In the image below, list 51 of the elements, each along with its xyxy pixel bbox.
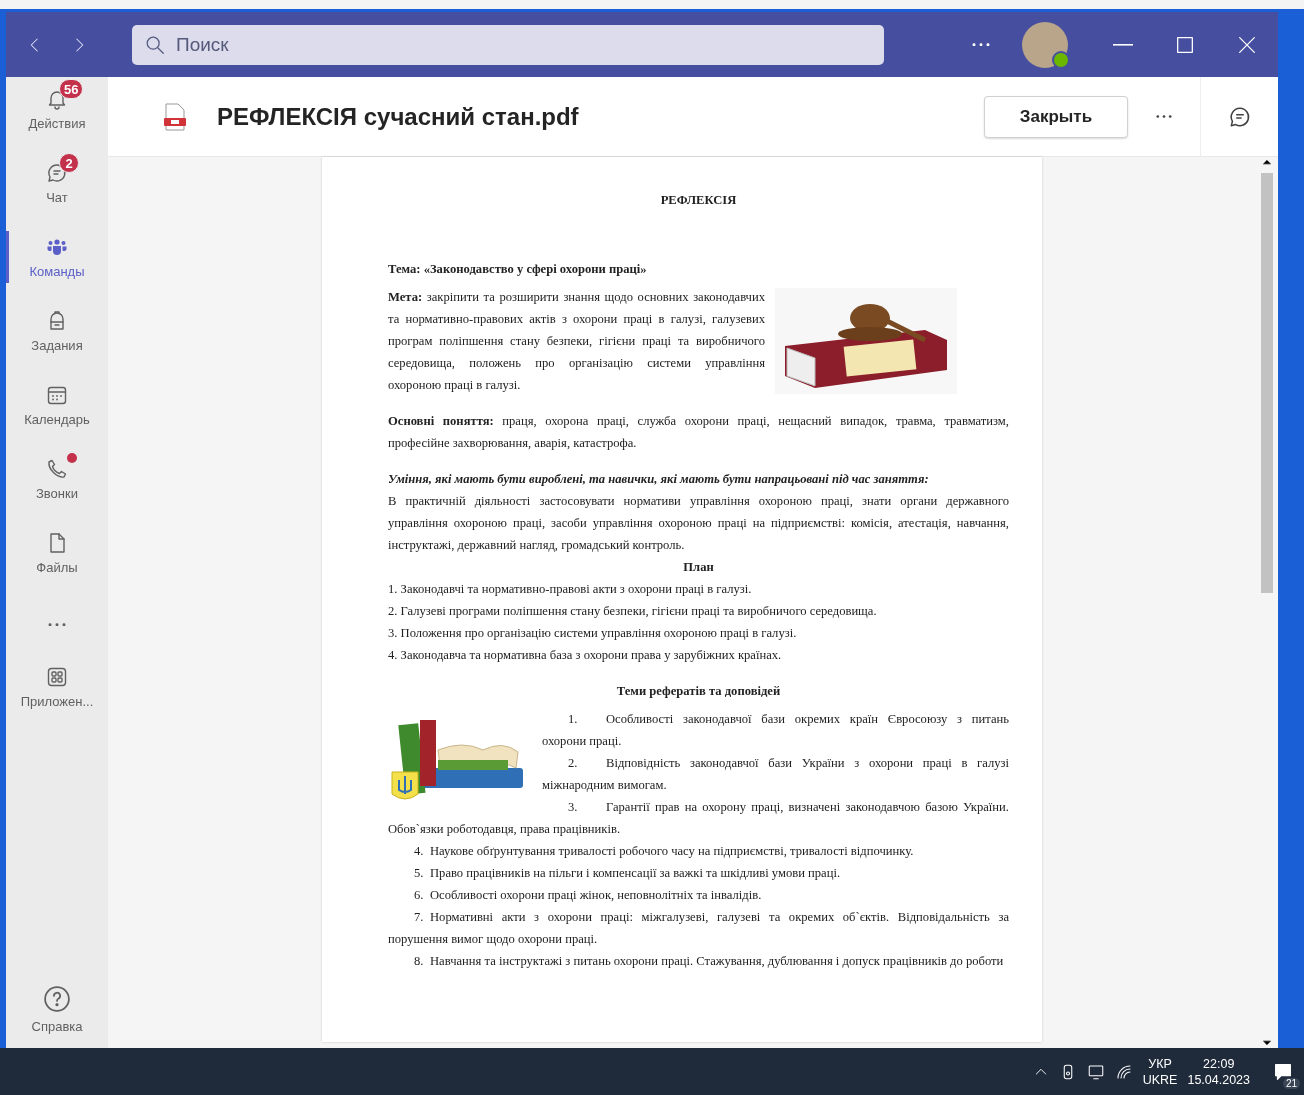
sidebar-item[interactable]: Приложен... [6,655,108,729]
more-icon [1156,115,1172,118]
more-icon [972,42,990,47]
more-icon [48,622,66,627]
sidebar-item[interactable]: Звонки [6,447,108,521]
topic-item: 5. Право працівників на пільги і компенсації за важкі та шкідливі умови праці. [413,865,842,882]
topic-item: 1. Особливості законодавчої бази окремих країн Євросоюзу з питань охорони праці. [541,711,1009,750]
avatar[interactable] [1022,21,1068,68]
skills-paragraph: В практичній діяльності застосовувати нормативи управління охороною праці, знати органи державного управління охороною праці, засоби управління охороною праці на підприємстві: комісія, атестація, навчання, інструктажі, державний нагляд, громадський контроль. [388,493,1009,554]
help-icon [42,984,72,1014]
topic-item: 8. Навчання та інструктажі з питань охорони праці. Стажування, дублювання і допуск працівників до роботи [413,953,1005,970]
language-indicator[interactable]: УКР [1148,1055,1172,1072]
topic-item: 3. Гарантії прав на охорону праці, визначені законодавчою базою України. Обов`язки роботодавця, права працівників. [388,799,1009,838]
plan-item: 4. Законодавча та нормативна база з охорони права у зарубіжних країнах. [388,647,783,664]
topic-item: 7. Нормативні акти з охорони праці: міжгалузеві, галузеві та окремих об`єктів. Відповідальність за порушення вимог щодо охорони праці. [388,909,1009,948]
topic-item: 2. Відповідність законодавчої бази України з охорони праці в галузі міжнародним вимогам. [541,755,1009,794]
sidebar-item[interactable]: 56 Действия [6,77,108,151]
search-field[interactable]: Поиск [132,24,884,65]
monitor-icon [1086,1062,1105,1081]
pdf-file-icon [163,102,187,131]
goal-paragraph: Мета: закріпити та розширити знання щодо основних законодавчих та нормативно-правових актів з охорони праці в галузі, галузевих програм поліпшення стану безпеки, гігієни праці та виробничого середовища, положень про організацію системи управління охороною праці в галузі. [388,289,765,394]
plan-item: 2. Галузеві програми поліпшення стану безпеки, гігієни праці та виробничого середовища. [388,603,878,620]
sidebar-item[interactable]: Файлы [6,521,108,595]
sidebar-item[interactable]: Календарь [6,373,108,447]
minimize-icon [1113,43,1133,46]
skills-heading: Уміння, які мають бути вироблені, та навички, які мають бути напрацьовані під час заняття: [388,471,930,488]
topic-text: Тема: «Законодавство у сфері охорони праці» [388,261,648,278]
help-button[interactable]: Справка [6,974,108,1048]
keyboard-layout[interactable]: UKRE [1142,1071,1178,1088]
file-title: РЕФЛЕКСІЯ сучасний стан.pdf [217,102,580,131]
close-file-button[interactable]: Закрыть [984,95,1128,138]
count-badge: 2 [59,153,79,173]
scrollbar-thumb[interactable] [1261,173,1273,593]
topic-item: 4. Наукове обґрунтування тривалості робочого часу на підприємстві, тривалості відпочинку. [413,843,915,860]
sidebar-item[interactable]: 2 Чат [6,151,108,225]
sidebar-item[interactable]: Задания [6,299,108,373]
clock-date: 15.04.2023 [1187,1071,1250,1088]
notification-count: 21 [1282,1077,1300,1089]
concepts-paragraph: Основні поняття: праця, охорона праці, служба охорони праці, нещасний випадок, травма, травматизм, професійне захворювання, аварія, катастрофа. [388,413,1009,452]
document-heading: РЕФЛЕКСІЯ [659,192,738,209]
clock-time: 22:09 [1203,1055,1235,1072]
topics-heading: Теми рефератів та доповідей [615,683,782,700]
plan-item: 1. Законодавчі та нормативно-правові акти з охорони праці в галузі. [388,581,753,598]
plan-item: 3. Положення про організацію системи управління охороною праці в галузі. [388,625,798,642]
topic-item: 6. Особливості охорони праці жінок, неповнолітніх та інвалідів. [413,887,763,904]
plan-heading: План [682,559,715,576]
phone-icon [45,457,69,481]
count-badge: 56 [59,79,84,99]
apps-icon [45,665,69,689]
sidebar-item[interactable]: Команды [6,225,108,299]
wifi-icon [1114,1062,1133,1081]
